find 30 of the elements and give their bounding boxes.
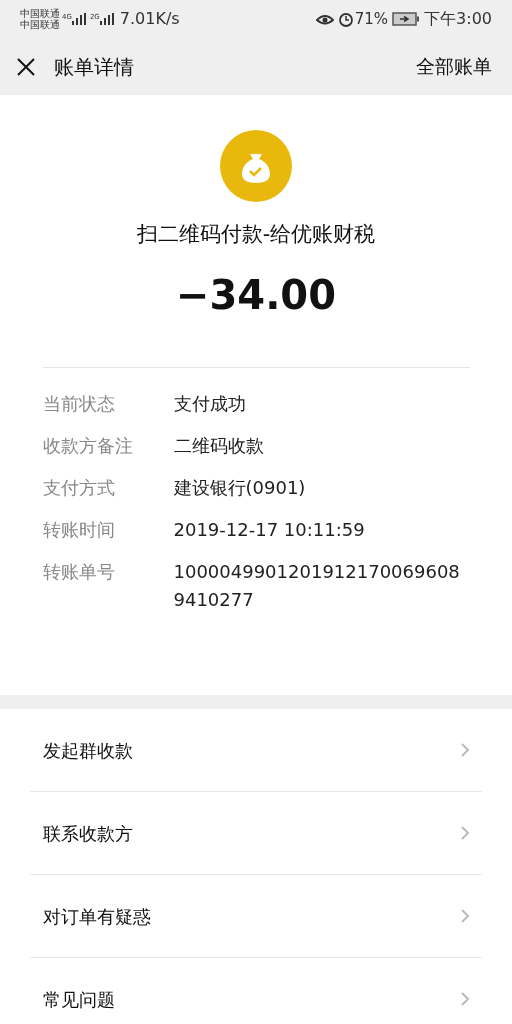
detail-value: 支付成功 (173, 391, 247, 416)
amount: −34.00 (175, 270, 336, 320)
money-bag-icon (220, 130, 292, 202)
alarm-icon (337, 11, 354, 27)
chevron-right-icon (460, 742, 470, 758)
payment-title: 扫二维码付款-给优账财税 (136, 221, 376, 248)
detail-label: 当前状态 (42, 391, 116, 416)
signal-icon (99, 13, 114, 25)
clock: 下午3:00 (424, 8, 492, 30)
detail-label: 转账时间 (42, 517, 116, 542)
detail-value: 建设银行(0901) (173, 475, 307, 500)
detail-value: 2019-12-17 10:11:59 (173, 517, 366, 542)
detail-label: 支付方式 (42, 475, 116, 500)
detail-value: 10000499012019121700696089410277 (173, 559, 461, 612)
page-title: 账单详情 (54, 53, 134, 81)
detail-label: 收款方备注 (42, 433, 134, 458)
battery-icon (392, 12, 421, 26)
carrier-name: 中国联通 (20, 8, 60, 19)
detail-label: 转账单号 (42, 559, 116, 584)
chevron-right-icon (460, 825, 470, 841)
battery-percent: 71% (354, 8, 389, 30)
signal-icon (71, 13, 86, 25)
chevron-right-icon (460, 991, 470, 1007)
detail-value: 二维码收款 (173, 433, 265, 458)
close-icon[interactable] (16, 56, 36, 77)
eye-icon (315, 12, 334, 26)
network-speed: 7.01K/s (119, 8, 180, 30)
all-bills-link[interactable]: 全部账单 (416, 52, 492, 81)
chevron-right-icon (460, 908, 470, 924)
carrier-name: 中国联通 (20, 19, 60, 30)
